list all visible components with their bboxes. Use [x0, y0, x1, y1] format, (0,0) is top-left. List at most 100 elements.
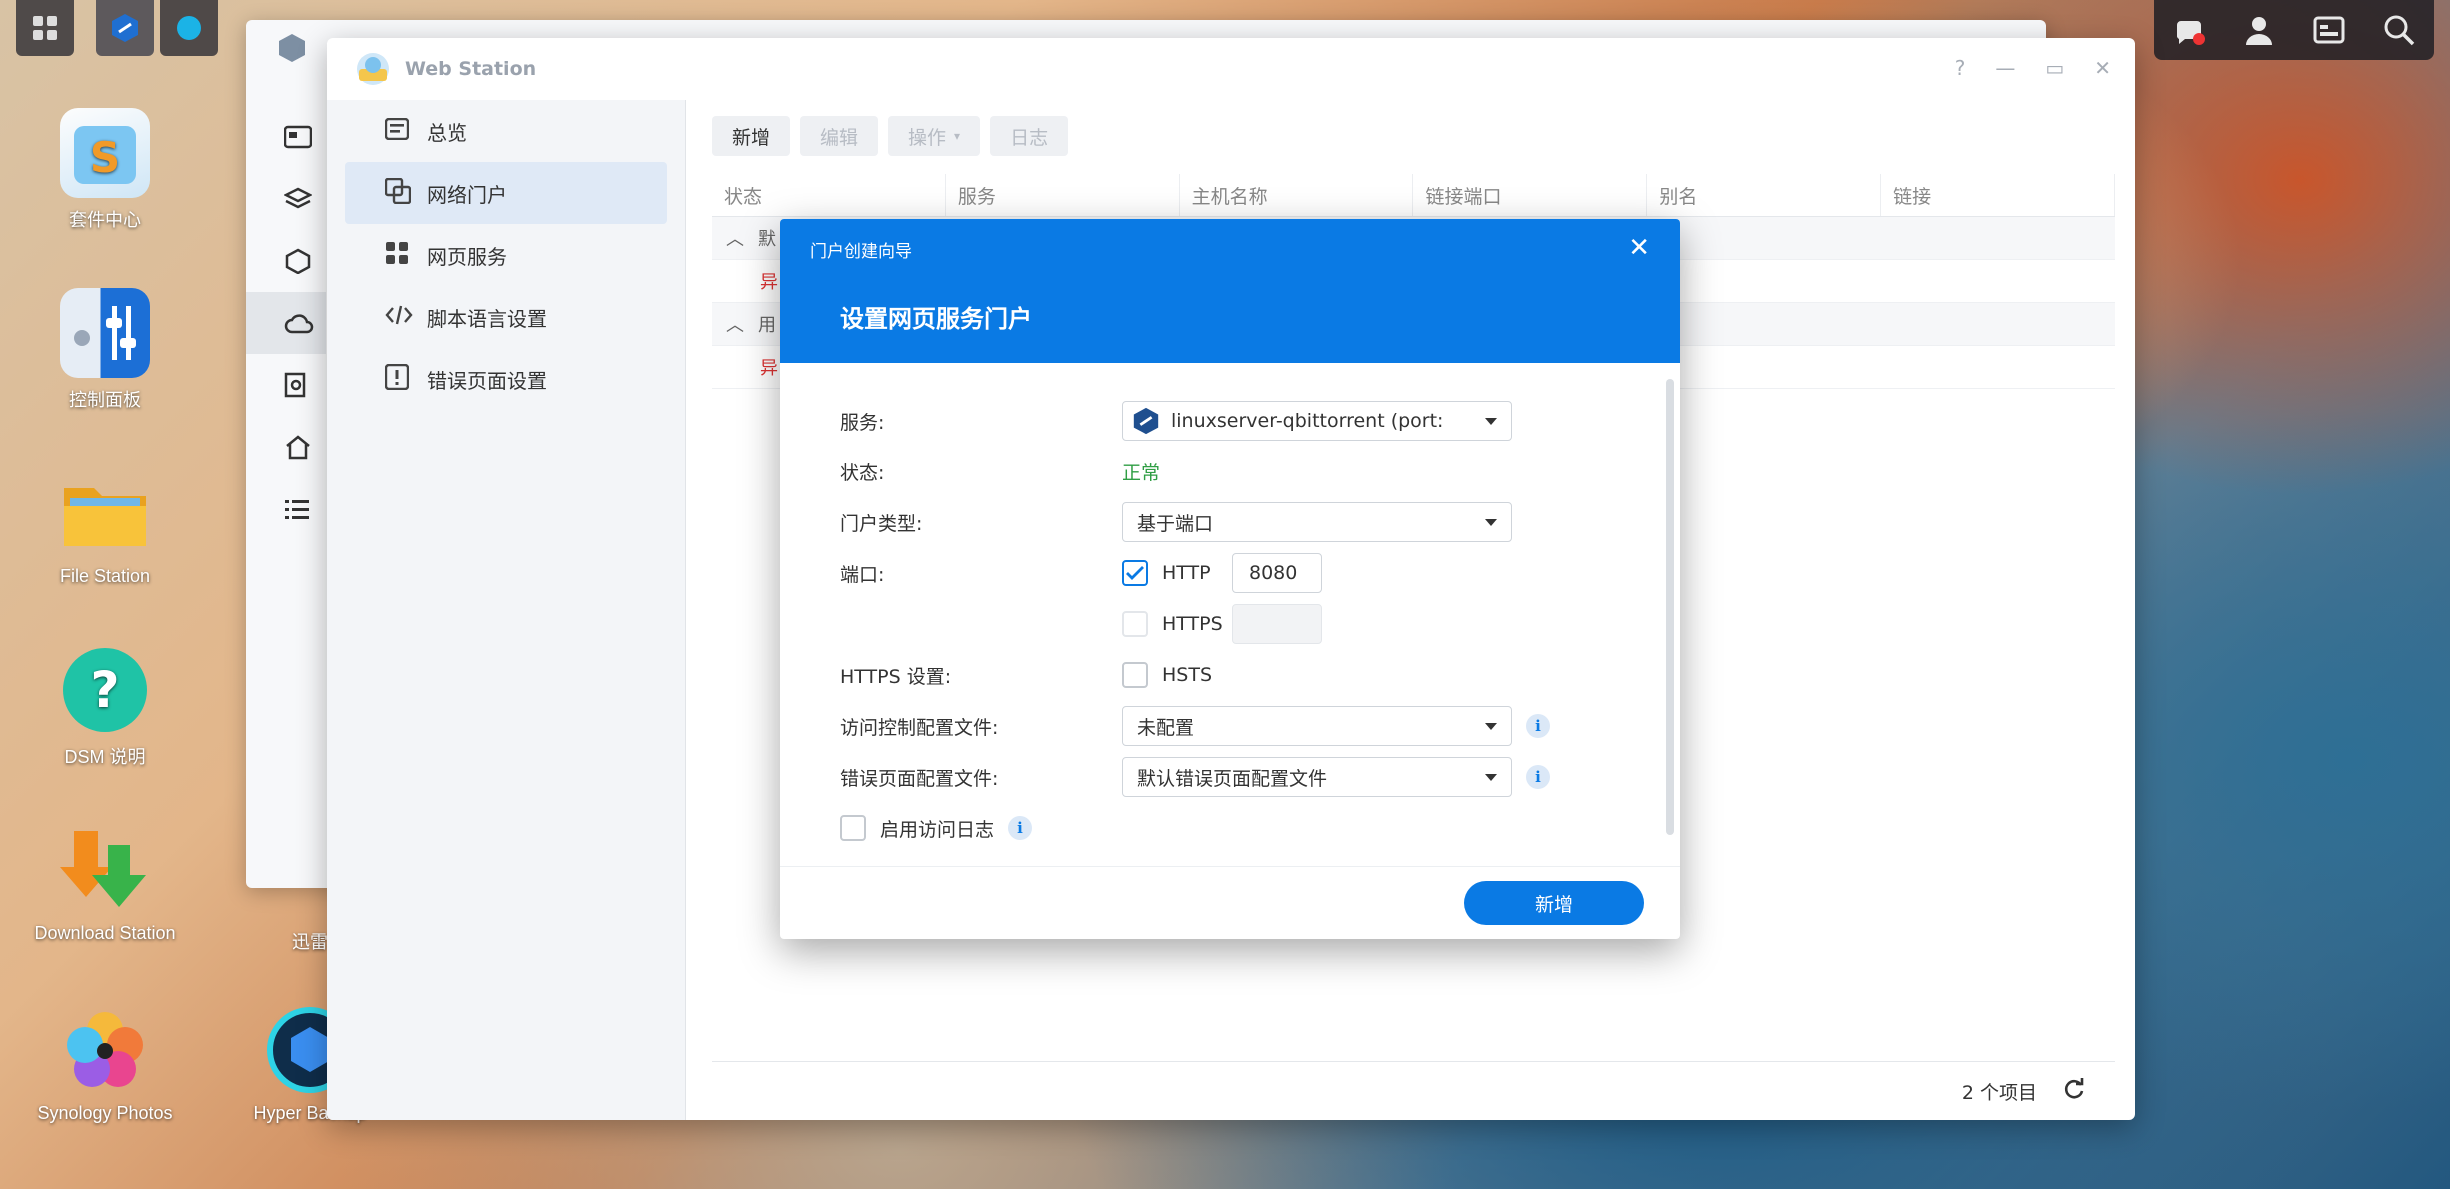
portal-type-value: 基于端口: [1137, 512, 1214, 535]
status-text: 异: [760, 272, 778, 293]
chevron-down-icon: [1485, 722, 1497, 730]
info-icon[interactable]: i: [1526, 765, 1550, 789]
help-icon: ?: [60, 645, 150, 735]
notification-icon[interactable]: [2172, 13, 2206, 47]
sidebar-item-web-service[interactable]: 网页服务: [345, 224, 667, 286]
taskbar-app-secondary[interactable]: [160, 0, 218, 56]
action-dropdown[interactable]: 操作 ▾: [888, 116, 981, 156]
status-text: 异: [760, 358, 778, 379]
http-port-input[interactable]: 8080: [1232, 553, 1322, 593]
desktop-icon-label: 控制面板: [69, 390, 141, 410]
dialog-header: 门户创建向导 设置网页服务门户 ✕: [780, 219, 1680, 363]
info-icon[interactable]: i: [1008, 816, 1033, 840]
access-log-label: 启用访问日志: [880, 818, 995, 841]
grid-menu-icon: [33, 16, 57, 40]
portal-type-select[interactable]: 基于端口: [1122, 502, 1512, 542]
taskbar: [16, 0, 218, 56]
service-select[interactable]: linuxserver-qbittorrent (port:: [1122, 401, 1512, 441]
access-control-select[interactable]: 未配置: [1122, 706, 1512, 746]
https-checkbox[interactable]: [1122, 611, 1148, 637]
group-label: 用: [758, 315, 776, 336]
info-icon[interactable]: i: [1526, 714, 1550, 738]
widgets-icon[interactable]: [2312, 13, 2346, 47]
search-icon[interactable]: [2382, 13, 2416, 47]
portal-icon: [384, 177, 415, 209]
column-header[interactable]: 别名: [1647, 174, 1882, 216]
sidebar-item-label: 总览: [427, 120, 467, 145]
sidebar-item-script-language[interactable]: 脚本语言设置: [345, 286, 667, 348]
error-page-select[interactable]: 默认错误页面配置文件: [1122, 757, 1512, 797]
column-header[interactable]: 主机名称: [1180, 174, 1414, 216]
user-icon[interactable]: [2242, 13, 2276, 47]
overview-icon: [384, 117, 415, 145]
http-label: HTTP: [1162, 562, 1211, 584]
window-controls: ? — ▭ ✕: [1955, 56, 2111, 80]
grid-icon: [385, 241, 415, 270]
sidebar-item-web-portal[interactable]: 网络门户: [345, 162, 667, 224]
table-footer: 2 个项目: [712, 1061, 2115, 1120]
hsts-checkbox[interactable]: [1122, 662, 1148, 688]
access-log-checkbox[interactable]: [840, 815, 866, 841]
download-station-icon: [60, 825, 150, 915]
chevron-up-icon: ︿: [726, 229, 744, 250]
https-port-row: HTTPS: [840, 604, 1620, 644]
chevron-down-icon: [1485, 518, 1497, 526]
desktop-icon-label: Synology Photos: [37, 1103, 173, 1123]
chevron-up-icon: ︿: [726, 315, 744, 336]
column-header[interactable]: 链接端口: [1413, 174, 1648, 216]
background-sidebar: [246, 106, 326, 540]
sidebar-item-overview[interactable]: 总览: [345, 100, 667, 162]
add-button[interactable]: 新增: [712, 116, 791, 156]
web-station-icon: [276, 32, 308, 68]
edit-button[interactable]: 编辑: [800, 116, 879, 156]
desktop-icon-label: DSM 说明: [64, 747, 146, 767]
port-row: 端口: HTTP 8080: [840, 553, 1620, 593]
desktop-icon-download-station[interactable]: Download Station: [20, 825, 190, 944]
column-header[interactable]: 服务: [946, 174, 1180, 216]
https-label: HTTPS: [1162, 613, 1223, 635]
maximize-button[interactable]: ▭: [2045, 56, 2064, 80]
desktop-icon-label: 套件中心: [69, 210, 141, 230]
dialog-title: 设置网页服务门户: [840, 305, 1032, 333]
desktop-icon-dsm-help[interactable]: ? DSM 说明: [20, 645, 190, 769]
column-header[interactable]: 链接: [1881, 174, 2115, 216]
submit-add-button[interactable]: 新增: [1464, 881, 1644, 925]
https-port-input[interactable]: [1232, 604, 1322, 644]
desktop-icon-synology-photos[interactable]: Synology Photos: [20, 1005, 190, 1124]
sidebar-item-label: 脚本语言设置: [427, 306, 547, 331]
access-control-label: 访问控制配置文件:: [840, 716, 999, 739]
code-icon: [385, 304, 415, 331]
home-icon: [246, 416, 326, 478]
column-header[interactable]: 状态: [712, 174, 946, 216]
dialog-footer: 新增: [780, 866, 1680, 939]
status-value: 正常: [1122, 461, 1161, 484]
access-control-row: 访问控制配置文件: 未配置 i: [840, 706, 1620, 746]
desktop-icon-package-center[interactable]: S 套件中心: [20, 108, 190, 232]
package-center-icon: S: [60, 108, 150, 198]
dialog-close-icon[interactable]: ✕: [1628, 233, 1650, 263]
photos-icon: [60, 1005, 150, 1095]
window-title: Web Station: [405, 58, 537, 80]
close-button[interactable]: ✕: [2094, 56, 2111, 80]
help-button[interactable]: ?: [1955, 56, 1966, 80]
table-header: 状态 服务 主机名称 链接端口 别名 链接: [712, 174, 2115, 217]
sidebar-item-label: 网络门户: [427, 182, 507, 207]
desktop-icon-control-panel[interactable]: 控制面板: [20, 288, 190, 412]
main-menu-button[interactable]: [16, 0, 74, 56]
sidebar-item-error-page[interactable]: 错误页面设置: [345, 348, 667, 410]
access-log-row: 启用访问日志 i: [840, 808, 1620, 848]
taskbar-app-web-station[interactable]: [96, 0, 154, 56]
http-checkbox[interactable]: [1122, 560, 1148, 586]
log-button[interactable]: 日志: [990, 116, 1069, 156]
list-lines-icon: [246, 478, 326, 540]
minimize-button[interactable]: —: [1995, 56, 2015, 80]
title-bar[interactable]: Web Station: [327, 38, 2135, 100]
list-icon: [246, 106, 326, 168]
chevron-down-icon: [1485, 417, 1497, 425]
desktop-icon-file-station[interactable]: File Station: [20, 468, 190, 587]
error-icon: [384, 363, 415, 395]
refresh-icon[interactable]: [2063, 1077, 2085, 1105]
portal-wizard-dialog[interactable]: 门户创建向导 设置网页服务门户 ✕ 服务: linuxserver-qbitto…: [780, 219, 1680, 939]
search-doc-icon: [246, 354, 326, 416]
dialog-scrollbar[interactable]: [1666, 379, 1674, 835]
